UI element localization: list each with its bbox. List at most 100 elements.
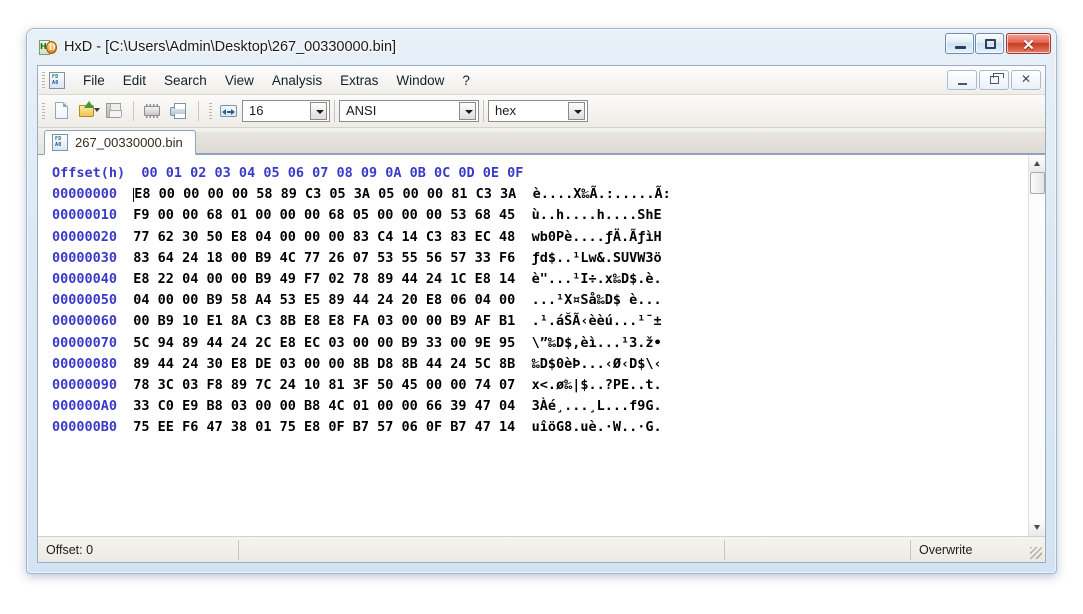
hex-row-bytes[interactable]: 33 C0 E9 B8 03 00 00 B8 4C 01 00 00 66 3… (133, 398, 515, 414)
menu-item-file[interactable]: File (74, 70, 114, 91)
mdi-minimize-button[interactable] (947, 70, 977, 90)
document-icon-bottom-text: A0 (52, 79, 59, 86)
new-file-button[interactable] (50, 99, 74, 123)
bytes-per-row-button[interactable] (217, 99, 241, 123)
hex-row-ascii[interactable]: x<.ø‰|$..?PE..t. (532, 377, 662, 393)
minimize-button[interactable] (945, 33, 974, 54)
menu-item-window[interactable]: Window (387, 70, 453, 91)
chevron-down-icon[interactable] (94, 108, 100, 112)
save-file-button[interactable] (102, 99, 126, 123)
hex-row-bytes[interactable]: 89 44 24 30 E8 DE 03 00 00 8B D8 8B 44 2… (133, 356, 515, 372)
bytes-per-row-value: 16 (249, 103, 264, 118)
hex-row[interactable]: 00000050 04 00 00 B9 58 A4 53 E5 89 44 2… (52, 290, 1028, 311)
mdi-window-controls: ✕ (945, 70, 1041, 90)
mdi-restore-button[interactable] (979, 70, 1009, 90)
offset-base-combo[interactable]: hex (488, 100, 588, 122)
maximize-button[interactable] (975, 33, 1004, 54)
encoding-combo[interactable]: ANSI (339, 100, 479, 122)
hex-row-offset: 00000080 (52, 355, 118, 372)
mdi-close-button[interactable]: ✕ (1011, 70, 1041, 90)
bytes-per-row-combo[interactable]: 16 (242, 100, 330, 122)
hex-row[interactable]: 00000070 5C 94 89 44 24 2C E8 EC 03 00 0… (52, 333, 1028, 354)
hex-row-ascii[interactable]: ù..h....h....ShE (532, 207, 662, 223)
hex-row-bytes[interactable]: 5C 94 89 44 24 2C E8 EC 03 00 00 B9 33 0… (133, 335, 515, 351)
menu-item-help[interactable]: ? (453, 70, 479, 91)
hex-row-bytes[interactable]: 83 64 24 18 00 B9 4C 77 26 07 53 55 56 5… (133, 250, 515, 266)
hex-row-offset: 00000050 (52, 292, 118, 309)
hex-row[interactable]: 00000040 E8 22 04 00 00 B9 49 F7 02 78 8… (52, 269, 1028, 290)
hex-row-bytes[interactable]: 00 B9 10 E1 8A C3 8B E8 E8 FA 03 00 00 B… (133, 313, 515, 329)
offset-base-value: hex (495, 103, 516, 118)
window-title: HxD - [C:\Users\Admin\Desktop\267_003300… (64, 39, 397, 55)
hex-row-offset: 00000000 (52, 186, 118, 203)
status-offset: Offset: 0 (46, 542, 94, 557)
menu-grip-handle[interactable] (42, 71, 45, 89)
resize-grip-icon[interactable] (1030, 547, 1042, 559)
title-bar[interactable]: Hx D HxD - [C:\Users\Admin\Desktop\267_0… (27, 29, 1056, 65)
menu-item-edit[interactable]: Edit (114, 70, 155, 91)
hxd-logo-d-text: D (49, 41, 56, 52)
toolbar-grip-handle-2[interactable] (209, 102, 212, 120)
scroll-down-button[interactable] (1028, 519, 1045, 536)
menu-item-analysis[interactable]: Analysis (263, 70, 331, 91)
open-ram-button[interactable] (141, 99, 165, 123)
hex-row[interactable]: 00000090 78 3C 03 F8 89 7C 24 10 81 3F 5… (52, 375, 1028, 396)
bytes-per-row-icon (220, 105, 237, 117)
hex-row-ascii[interactable]: è....X‰Ã.:.....Ã: (533, 186, 671, 202)
mdi-restore-icon (990, 73, 1004, 84)
toolbar-separator (133, 101, 134, 121)
tab-label: 267_00330000.bin (75, 135, 183, 150)
hex-row[interactable]: 00000080 89 44 24 30 E8 DE 03 00 00 8B D… (52, 354, 1028, 375)
vertical-scrollbar[interactable] (1028, 155, 1045, 536)
hex-row-bytes[interactable]: E8 22 04 00 00 B9 49 F7 02 78 89 44 24 1… (133, 271, 515, 287)
print-icon (170, 103, 186, 119)
hex-row[interactable]: 00000020 77 62 30 50 E8 04 00 00 00 83 C… (52, 227, 1028, 248)
hxd-logo-icon: Hx D (39, 39, 57, 55)
hex-row[interactable]: 00000010 F9 00 00 68 01 00 00 00 68 05 0… (52, 205, 1028, 226)
hex-row-ascii[interactable]: uîöG8.uè.·W..·G. (532, 419, 662, 435)
hex-row[interactable]: 00000060 00 B9 10 E1 8A C3 8B E8 E8 FA 0… (52, 311, 1028, 332)
close-button[interactable]: ✕ (1006, 33, 1051, 54)
hex-row[interactable]: 000000A0 33 C0 E9 B8 03 00 00 B8 4C 01 0… (52, 396, 1028, 417)
hex-row-bytes[interactable]: 04 00 00 B9 58 A4 53 E5 89 44 24 20 E8 0… (133, 292, 515, 308)
hex-row-offset: 00000030 (52, 249, 118, 266)
hex-row-ascii[interactable]: \”‰D$,èì...¹3.ž• (532, 335, 662, 351)
bytes-per-row-dropdown-icon[interactable] (310, 102, 327, 120)
hex-row[interactable]: 00000000 E8 00 00 00 00 58 89 C3 05 3A 0… (52, 184, 1028, 205)
hex-row-ascii[interactable]: 3Àé¸...¸L...f9G. (532, 398, 662, 414)
scroll-thumb[interactable] (1029, 172, 1045, 194)
hex-row[interactable]: 000000B0 75 EE F6 47 38 01 75 E8 0F B7 5… (52, 417, 1028, 438)
status-mode: Overwrite (919, 542, 973, 557)
hex-row[interactable]: 00000030 83 64 24 18 00 B9 4C 77 26 07 5… (52, 248, 1028, 269)
open-disk-button[interactable] (167, 99, 191, 123)
toolbar: 16 ANSI hex (38, 95, 1045, 128)
hex-row-offset: 00000070 (52, 334, 118, 351)
hex-column-header: Offset(h) 00 01 02 03 04 05 06 07 08 09 … (52, 165, 524, 181)
hex-row-bytes[interactable]: F9 00 00 68 01 00 00 00 68 05 00 00 00 5… (133, 207, 515, 223)
open-file-button[interactable] (76, 99, 100, 123)
hex-row-bytes[interactable]: 77 62 30 50 E8 04 00 00 00 83 C4 14 C3 8… (133, 229, 515, 245)
menu-item-extras[interactable]: Extras (331, 70, 387, 91)
hex-row-bytes[interactable]: 75 EE F6 47 38 01 75 E8 0F B7 57 06 0F B… (133, 419, 515, 435)
offset-base-dropdown-icon[interactable] (568, 102, 585, 120)
tab-file-icon: FD A0 (52, 134, 68, 151)
toolbar-grip-handle[interactable] (42, 102, 45, 120)
menu-item-view[interactable]: View (216, 70, 263, 91)
hex-row-offset: 00000010 (52, 207, 118, 224)
hex-row-ascii[interactable]: .¹.áŠÃ‹èèú...¹¯± (532, 313, 662, 329)
tab-267-00330000-bin[interactable]: FD A0 267_00330000.bin (44, 130, 196, 155)
hex-row-bytes[interactable]: E8 00 00 00 00 58 89 C3 05 3A 05 00 00 8… (134, 186, 516, 202)
encoding-dropdown-icon[interactable] (459, 102, 476, 120)
scroll-up-button[interactable] (1028, 155, 1045, 172)
status-cell-2 (239, 537, 724, 563)
hex-row-bytes[interactable]: 78 3C 03 F8 89 7C 24 10 81 3F 50 45 00 0… (133, 377, 515, 393)
hex-row-ascii[interactable]: ƒd$..¹Lw&.SUVW3ö (532, 250, 662, 266)
hex-row-ascii[interactable]: wb0Pè....ƒÄ.ÃƒìH (532, 229, 662, 245)
hex-row-ascii[interactable]: ‰D$0èÞ...‹Ø‹D$\‹ (532, 356, 662, 372)
document-icon: FD A0 (49, 71, 65, 89)
menu-item-search[interactable]: Search (155, 70, 216, 91)
hex-content[interactable]: Offset(h) 00 01 02 03 04 05 06 07 08 09 … (38, 155, 1028, 536)
hex-row-ascii[interactable]: ...¹X¤Så‰D$ è... (532, 292, 662, 308)
scroll-track[interactable] (1028, 172, 1045, 519)
hex-row-ascii[interactable]: è"...¹I÷.x‰D$.è. (532, 271, 662, 287)
